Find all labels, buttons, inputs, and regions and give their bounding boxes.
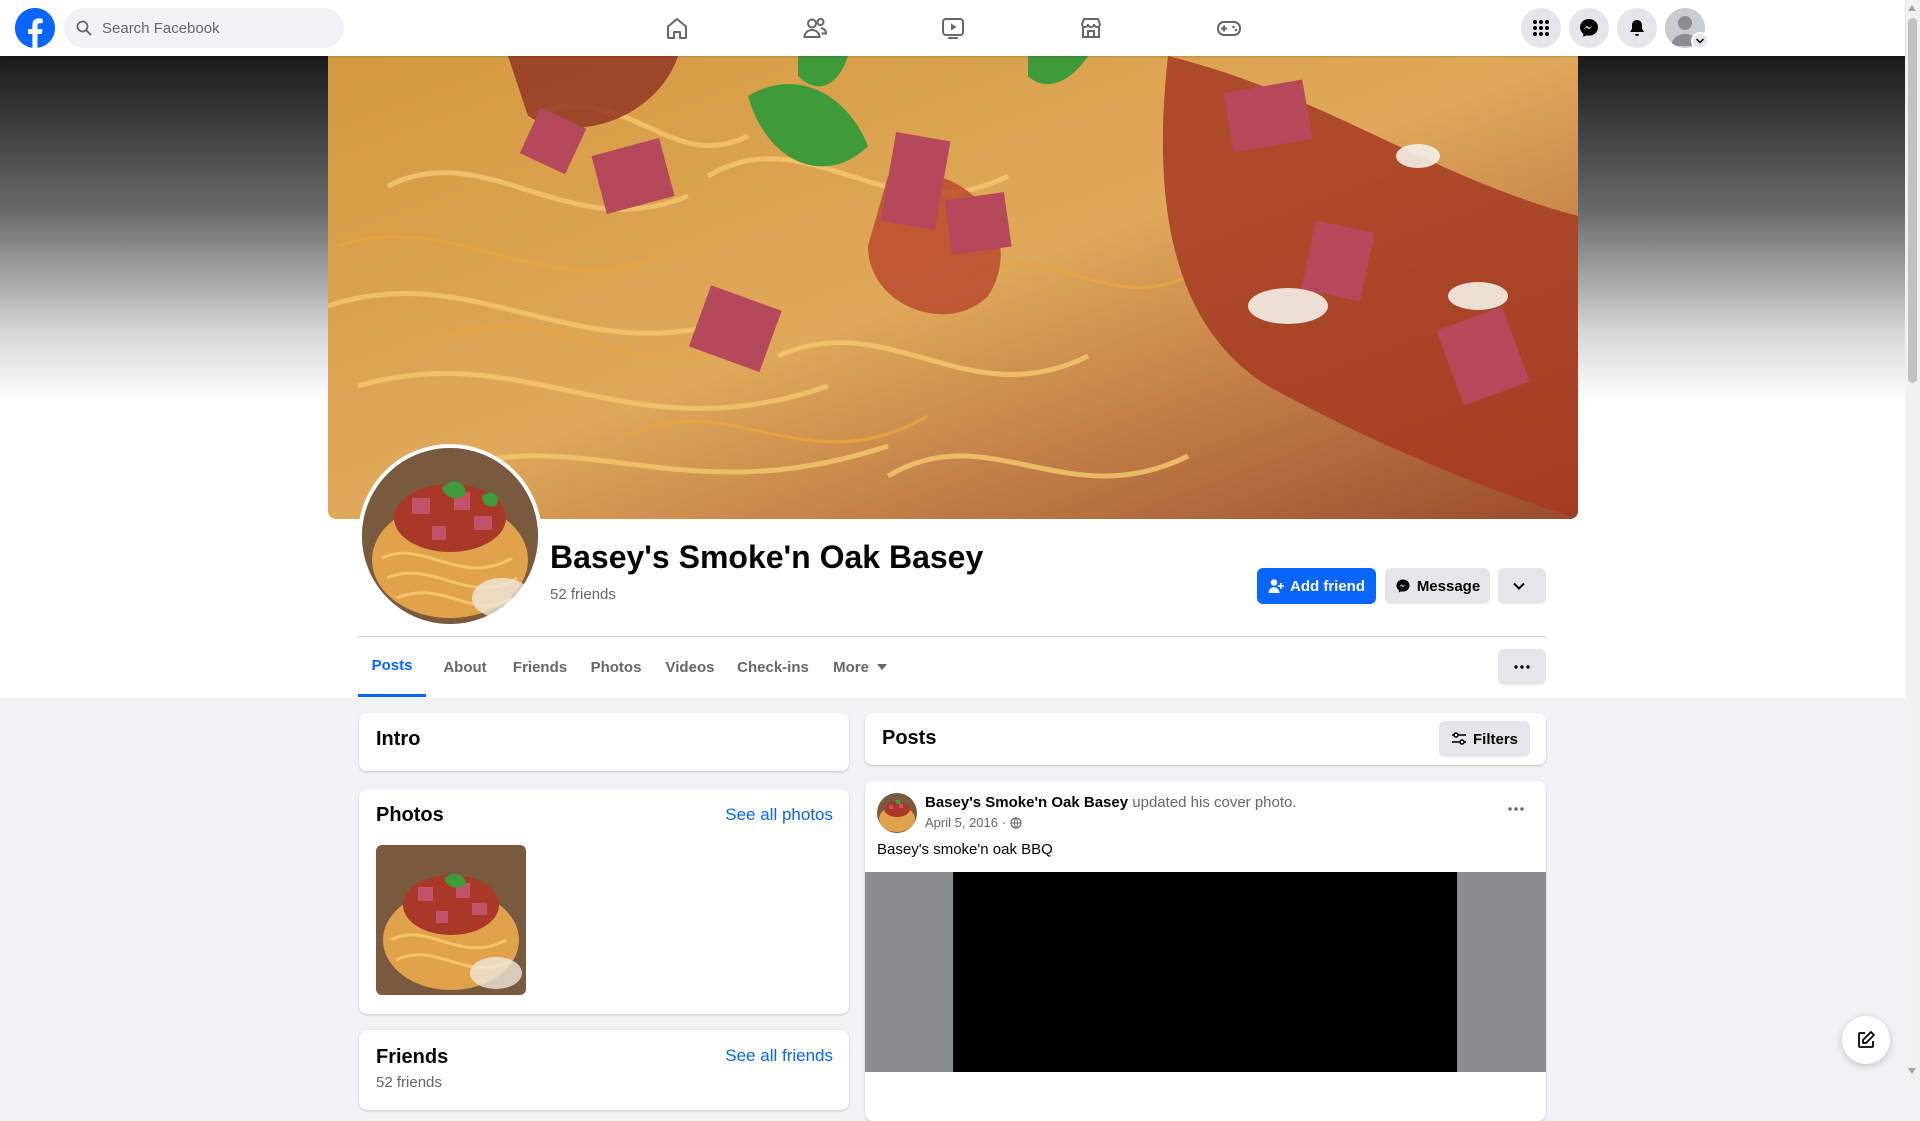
caret-down-icon: [876, 664, 887, 670]
profile-header: Basey's Smoke'n Oak Basey 52 friends Add…: [0, 56, 1905, 698]
menu-grid-button[interactable]: [1521, 8, 1561, 48]
messenger-icon: [1580, 19, 1598, 37]
post-meta: April 5, 2016 ·: [925, 815, 1022, 830]
nav-tab-gaming[interactable]: [1173, 0, 1285, 56]
photos-card: Photos See all photos: [359, 789, 849, 1014]
friends-card-count: 52 friends: [376, 1074, 442, 1091]
tab-about[interactable]: About: [432, 637, 498, 697]
filters-icon: [1451, 732, 1466, 745]
friends-title: Friends: [376, 1046, 449, 1068]
add-friend-button[interactable]: Add friend: [1257, 568, 1376, 604]
message-label: Message: [1416, 577, 1481, 595]
nav-tab-watch[interactable]: [897, 0, 1009, 56]
intro-title: Intro: [376, 728, 421, 750]
post-options-button[interactable]: [1498, 791, 1534, 827]
tab-check-ins[interactable]: Check-ins: [730, 637, 816, 697]
notifications-button[interactable]: [1617, 8, 1657, 48]
post-date[interactable]: April 5, 2016: [925, 815, 998, 830]
messenger-button[interactable]: [1569, 8, 1609, 48]
intro-card: Intro: [359, 713, 849, 771]
messenger-icon: [1396, 579, 1410, 593]
add-friend-label: Add friend: [1290, 577, 1365, 595]
new-message-button[interactable]: [1842, 1016, 1890, 1064]
friends-icon: [803, 18, 828, 38]
add-person-icon: [1268, 579, 1284, 593]
more-horizontal-icon: [1508, 807, 1524, 811]
nav-tab-friends[interactable]: [759, 0, 871, 56]
post-header-line: Basey's Smoke'n Oak Basey updated his co…: [925, 794, 1297, 811]
tab-friends[interactable]: Friends: [504, 637, 576, 697]
friend-count[interactable]: 52 friends: [550, 586, 616, 603]
profile-picture[interactable]: [358, 444, 542, 628]
scrollbar-thumb[interactable]: [1908, 18, 1917, 383]
cover-photo[interactable]: [328, 56, 1578, 519]
filters-button[interactable]: Filters: [1438, 721, 1530, 757]
facebook-logo-icon[interactable]: [15, 8, 55, 48]
scroll-down-arrow[interactable]: [1908, 1068, 1916, 1074]
posts-header-card: Posts Filters: [865, 713, 1546, 765]
globe-icon: [1010, 816, 1022, 829]
compose-icon: [1858, 1031, 1875, 1048]
post-text: Basey's smoke'n oak BBQ: [877, 841, 1053, 858]
nav-tab-home[interactable]: [621, 0, 733, 56]
search-input[interactable]: [100, 18, 324, 38]
tab-videos[interactable]: Videos: [656, 637, 724, 697]
scroll-up-arrow[interactable]: [1908, 5, 1916, 11]
post-image[interactable]: [953, 872, 1457, 1072]
see-all-photos-link[interactable]: See all photos: [725, 805, 833, 825]
tab-more[interactable]: More: [822, 637, 898, 697]
message-button[interactable]: Message: [1385, 568, 1490, 604]
top-navigation-bar: [0, 0, 1905, 56]
see-all-friends-link[interactable]: See all friends: [725, 1046, 833, 1066]
search-bar[interactable]: [64, 8, 344, 48]
photos-title: Photos: [376, 804, 444, 826]
menu-grid-icon: [1533, 20, 1549, 36]
friends-card: Friends See all friends 52 friends: [359, 1030, 849, 1110]
nav-tab-marketplace[interactable]: [1035, 0, 1147, 56]
post-card: Basey's Smoke'n Oak Basey updated his co…: [865, 781, 1546, 1121]
marketplace-icon: [1081, 18, 1101, 38]
post-author-name[interactable]: Basey's Smoke'n Oak Basey: [925, 794, 1128, 811]
profile-name: Basey's Smoke'n Oak Basey: [550, 539, 984, 575]
more-horizontal-icon: [1514, 665, 1530, 669]
photo-thumbnail[interactable]: [376, 845, 526, 995]
gaming-icon: [1217, 21, 1241, 36]
post-action-text: updated his cover photo.: [1132, 794, 1297, 811]
tab-posts[interactable]: Posts: [358, 637, 426, 697]
tab-photos[interactable]: Photos: [582, 637, 650, 697]
watch-icon: [942, 18, 964, 39]
search-icon: [76, 20, 92, 36]
posts-title: Posts: [882, 727, 937, 749]
home-icon: [667, 18, 687, 39]
chevron-down-icon: [1513, 582, 1525, 590]
notifications-icon: [1630, 20, 1644, 36]
post-author-avatar[interactable]: [877, 793, 917, 833]
post-media[interactable]: [865, 872, 1546, 1072]
filters-label: Filters: [1472, 730, 1518, 748]
profile-actions-menu-button[interactable]: [1498, 649, 1546, 685]
more-options-button[interactable]: [1498, 568, 1546, 604]
page-scrollbar[interactable]: [1905, 0, 1920, 1080]
account-caret-icon[interactable]: [1691, 32, 1709, 50]
